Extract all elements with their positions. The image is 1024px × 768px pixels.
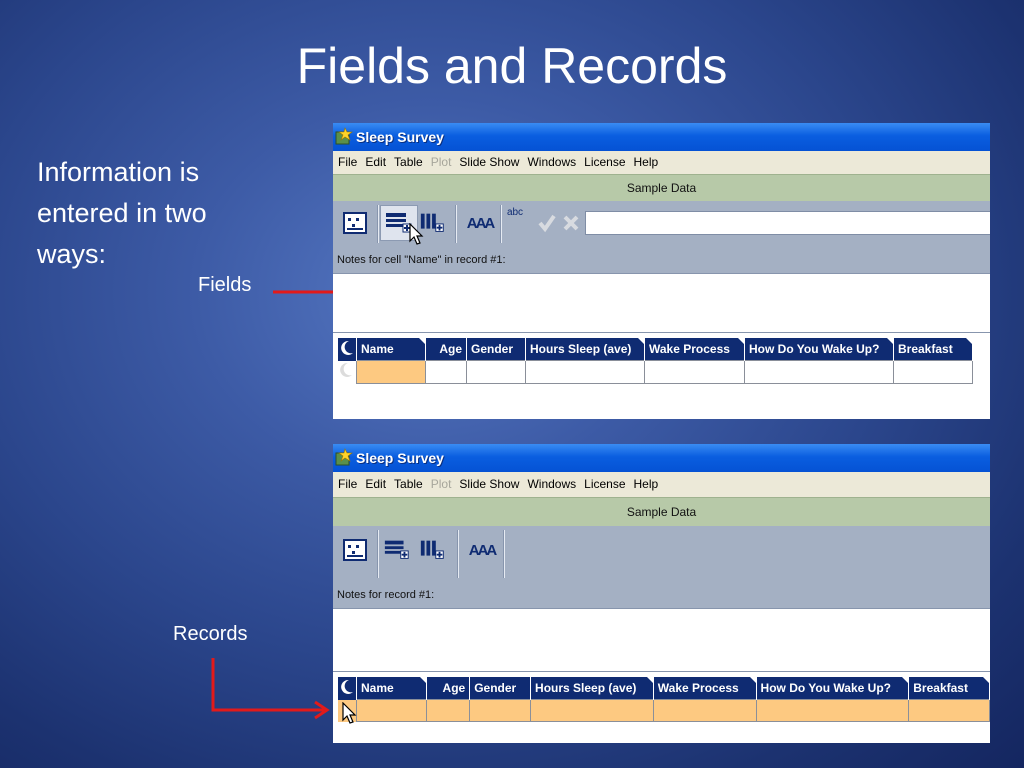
cell-wake-process[interactable] bbox=[644, 360, 745, 384]
card-view-icon[interactable] bbox=[341, 536, 369, 564]
menu-table[interactable]: Table bbox=[394, 151, 423, 174]
toolbar: AAA abc bbox=[333, 201, 990, 247]
row-moon-icon bbox=[338, 360, 357, 384]
cell-breakfast[interactable] bbox=[893, 360, 973, 384]
data-table: Name Age Gender Hours Sleep (ave) Wake P… bbox=[338, 338, 973, 384]
column-header-name[interactable]: Name bbox=[356, 338, 426, 361]
moon-icon bbox=[338, 338, 357, 361]
toolbar-separator bbox=[457, 530, 459, 578]
notes-label: Notes for cell "Name" in record #1: bbox=[333, 247, 990, 273]
menu-edit[interactable]: Edit bbox=[365, 472, 386, 497]
app-icon bbox=[335, 127, 353, 145]
title-bar[interactable]: Sleep Survey bbox=[333, 444, 990, 472]
column-header-name[interactable]: Name bbox=[356, 677, 428, 700]
cell-how-do-you-wake-up[interactable] bbox=[744, 360, 894, 384]
font-size-icon[interactable]: AAA bbox=[465, 536, 499, 564]
cell-hours-sleep[interactable] bbox=[525, 360, 645, 384]
column-header-wake-process[interactable]: Wake Process bbox=[653, 677, 757, 700]
toolbar-separator bbox=[377, 530, 379, 578]
table-area: Name Age Gender Hours Sleep (ave) Wake P… bbox=[333, 333, 990, 419]
cell-age[interactable] bbox=[425, 360, 467, 384]
toolbar: AAA bbox=[333, 526, 990, 582]
records-arrow bbox=[211, 658, 330, 720]
cell-hours-sleep[interactable] bbox=[530, 699, 654, 722]
cell-name[interactable] bbox=[356, 360, 426, 384]
table-area: Name Age Gender Hours Sleep (ave) Wake P… bbox=[333, 672, 990, 743]
notes-label: Notes for record #1: bbox=[333, 582, 990, 608]
window-title: Sleep Survey bbox=[356, 450, 444, 466]
toolbar-separator bbox=[377, 205, 379, 243]
column-header-age[interactable]: Age bbox=[425, 338, 467, 361]
toolbar-separator bbox=[503, 530, 505, 578]
font-size-icon[interactable]: AAA bbox=[463, 209, 497, 237]
menu-table[interactable]: Table bbox=[394, 472, 423, 497]
column-header-how-do-you-wake-up[interactable]: How Do You Wake Up? bbox=[756, 677, 910, 700]
menu-file[interactable]: File bbox=[338, 151, 357, 174]
menu-slide-show[interactable]: Slide Show bbox=[459, 472, 519, 497]
app-icon bbox=[335, 448, 353, 466]
table-row bbox=[338, 360, 973, 384]
column-header-gender[interactable]: Gender bbox=[469, 677, 532, 700]
cell-breakfast[interactable] bbox=[908, 699, 990, 722]
dataset-bar: Sample Data bbox=[333, 174, 990, 201]
column-header-hours-sleep[interactable]: Hours Sleep (ave) bbox=[530, 677, 654, 700]
menu-bar: File Edit Table Plot Slide Show Windows Licens… bbox=[333, 151, 990, 174]
window-title: Sleep Survey bbox=[356, 129, 444, 145]
dataset-bar: Sample Data bbox=[333, 497, 990, 526]
menu-plot: Plot bbox=[430, 155, 452, 169]
column-header-hours-sleep[interactable]: Hours Sleep (ave) bbox=[525, 338, 645, 361]
column-header-breakfast[interactable]: Breakfast bbox=[908, 677, 990, 700]
cell-age[interactable] bbox=[426, 699, 471, 722]
menu-edit[interactable]: Edit bbox=[365, 151, 386, 174]
menu-file[interactable]: File bbox=[338, 472, 357, 497]
sleep-survey-window-records: Sleep Survey File Edit Table Plot Slide Show… bbox=[333, 444, 990, 743]
header-row: Name Age Gender Hours Sleep (ave) Wake P… bbox=[338, 677, 990, 700]
notes-textarea[interactable] bbox=[333, 608, 990, 672]
column-header-breakfast[interactable]: Breakfast bbox=[893, 338, 973, 361]
menu-bar: File Edit Table Plot Slide Show Windows Licens… bbox=[333, 472, 990, 497]
column-header-wake-process[interactable]: Wake Process bbox=[644, 338, 745, 361]
notes-textarea[interactable] bbox=[333, 273, 990, 333]
add-record-icon[interactable] bbox=[419, 536, 447, 564]
table-row[interactable] bbox=[338, 699, 990, 722]
column-header-gender[interactable]: Gender bbox=[466, 338, 526, 361]
cell-wake-process[interactable] bbox=[652, 699, 757, 722]
toolbar-separator bbox=[455, 205, 457, 243]
moon-icon bbox=[338, 677, 357, 700]
column-header-how-do-you-wake-up[interactable]: How Do You Wake Up? bbox=[744, 338, 894, 361]
cell-how-do-you-wake-up[interactable] bbox=[755, 699, 910, 722]
sleep-survey-window-fields: Sleep Survey File Edit Table Plot Slide Show… bbox=[333, 123, 990, 419]
cell-gender[interactable] bbox=[466, 360, 526, 384]
mouse-pointer-icon bbox=[409, 223, 424, 245]
cell-gender[interactable] bbox=[469, 699, 532, 722]
menu-help[interactable]: Help bbox=[634, 151, 659, 174]
data-table: Name Age Gender Hours Sleep (ave) Wake P… bbox=[338, 677, 990, 722]
menu-slide-show[interactable]: Slide Show bbox=[459, 151, 519, 174]
mouse-pointer-icon bbox=[342, 702, 357, 724]
header-row: Name Age Gender Hours Sleep (ave) Wake P… bbox=[338, 338, 973, 361]
cancel-icon[interactable] bbox=[557, 209, 585, 237]
column-header-age[interactable]: Age bbox=[426, 677, 471, 700]
cell-name[interactable] bbox=[355, 699, 428, 722]
menu-license[interactable]: License bbox=[584, 472, 625, 497]
menu-windows[interactable]: Windows bbox=[527, 151, 576, 174]
spell-abc-icon[interactable]: abc bbox=[501, 207, 529, 235]
menu-windows[interactable]: Windows bbox=[527, 472, 576, 497]
menu-plot: Plot bbox=[430, 477, 452, 491]
title-bar[interactable]: Sleep Survey bbox=[333, 123, 990, 151]
add-field-icon[interactable] bbox=[383, 536, 411, 564]
cell-edit-input[interactable] bbox=[585, 211, 990, 235]
menu-help[interactable]: Help bbox=[634, 472, 659, 497]
menu-license[interactable]: License bbox=[584, 151, 625, 174]
card-view-icon[interactable] bbox=[341, 209, 369, 237]
